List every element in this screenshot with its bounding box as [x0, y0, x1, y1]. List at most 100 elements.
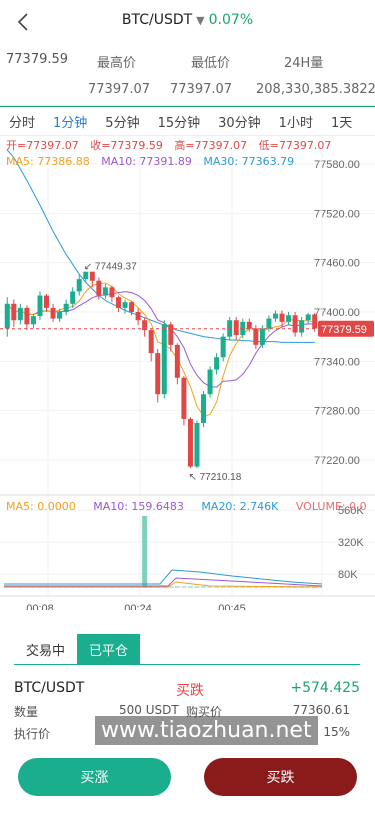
candle-body	[233, 320, 239, 336]
buy-down-button[interactable]: 买跌	[204, 758, 357, 796]
low-value: 77397.07	[170, 82, 233, 97]
order-pair: BTC/USDT	[14, 680, 85, 696]
ohlc-close: 收=77379.59	[90, 139, 163, 152]
y-tick-label: 77460.00	[314, 258, 360, 270]
last-price: 77379.59	[6, 52, 69, 67]
volume-label: 24H量	[284, 56, 324, 71]
candle-body	[102, 287, 108, 296]
kline-chart[interactable]: 77580.00 77520.00 77460.00 77400.00 77340.00…	[0, 150, 375, 610]
candle-body	[115, 297, 121, 308]
candle-body	[305, 314, 311, 321]
qty-label: 数量	[14, 705, 39, 719]
pair-name: BTC/USDT	[121, 12, 193, 28]
low-label: 最低价	[191, 56, 231, 71]
period-tab-4[interactable]: 30分钟	[209, 112, 270, 131]
vol-ma10-line	[4, 577, 323, 587]
watermark: www.tiaozhuan.net	[95, 716, 318, 745]
candle-body	[11, 303, 17, 321]
y-tick-label: 77340.00	[314, 356, 360, 368]
high-label: 最高价	[97, 56, 137, 71]
candle-body	[129, 302, 135, 312]
low-marker: ↖ 77210.18	[188, 472, 241, 483]
volume-bar	[201, 586, 207, 588]
pair-title[interactable]: BTC/USDT ▼ 0.07%	[0, 12, 375, 28]
candle-body	[122, 302, 128, 308]
candle-body	[44, 295, 50, 308]
volume-bar	[174, 586, 180, 588]
qty-value: 500 USDT	[119, 703, 179, 717]
x-tick-label: 00:08	[26, 603, 54, 610]
candle-body	[76, 279, 82, 292]
candle-body	[24, 307, 30, 325]
ohlc-high: 高=77397.07	[174, 139, 248, 152]
ohlc-open: 开=77397.07	[6, 139, 79, 152]
vol-ma5: MA5: 0.0000	[6, 500, 76, 513]
candle-body	[253, 328, 259, 345]
period-tab-1[interactable]: 1分钟	[44, 112, 96, 131]
candle-body	[50, 307, 56, 319]
volume-ma-row: MA5: 0.0000 MA10: 159.6483 MA20: 2.746K …	[6, 500, 367, 513]
candle-body	[207, 369, 213, 395]
candle-body	[4, 303, 10, 329]
y-tick-label: 77280.00	[314, 406, 360, 418]
volume-value: 208,330,385.3822	[256, 82, 375, 97]
candle-body	[135, 312, 141, 321]
caret-down-icon[interactable]: ▼	[196, 14, 204, 27]
tab-trading[interactable]: 交易中	[14, 634, 77, 664]
volume-bar	[181, 586, 187, 588]
vol-tick-label: 80K	[338, 569, 358, 581]
ma10-value: MA10: 77391.89	[101, 155, 192, 168]
candle-body	[30, 316, 36, 325]
order-side: 买跌	[176, 683, 204, 699]
candle-body	[194, 423, 200, 467]
vol-tick-label: 320K	[338, 537, 364, 549]
period-selector: 分时 1分钟 5分钟 15分钟 30分钟 1小时 1天	[0, 106, 375, 136]
candle-body	[109, 287, 115, 298]
candle-body	[220, 336, 226, 358]
candle-body	[279, 313, 285, 322]
buy-up-button[interactable]: 买涨	[18, 758, 171, 796]
candle-body	[214, 357, 220, 370]
period-tab-6[interactable]: 1天	[322, 112, 361, 131]
y-tick-label: 77400.00	[314, 307, 360, 319]
period-tab-2[interactable]: 5分钟	[96, 112, 148, 131]
candle-body	[292, 315, 298, 333]
candle-body	[201, 394, 207, 423]
change-percent: 0.07%	[208, 12, 254, 28]
candle-body	[161, 324, 167, 395]
candle-body	[174, 344, 180, 378]
y-tick-label: 77580.00	[314, 159, 360, 171]
period-tab-3[interactable]: 15分钟	[149, 112, 210, 131]
y-tick-label: 77220.00	[314, 455, 360, 467]
candle-body	[63, 303, 69, 312]
ma30-value: MA30: 77363.79	[203, 155, 295, 168]
candle-body	[37, 295, 43, 317]
last-price-tag: 77379.59	[321, 324, 367, 336]
y-tick-label: 77520.00	[314, 208, 360, 220]
candle-body	[70, 291, 76, 304]
candle-body	[312, 314, 318, 329]
tab-closed[interactable]: 已平仓	[77, 634, 141, 664]
trade-tabs: 交易中 已平仓	[14, 634, 141, 664]
period-tab-0[interactable]: 分时	[0, 112, 44, 131]
high-value: 77397.07	[88, 82, 151, 97]
ohlc-row: 开=77397.07 收=77379.59 高=77397.07 低=77397…	[6, 137, 339, 153]
period-tab-5[interactable]: 1小时	[270, 112, 322, 131]
candle-body	[168, 324, 174, 345]
ma-row: MA5: 77386.88 MA10: 77391.89 MA30: 77363…	[6, 155, 294, 168]
order-profit: +574.425	[290, 680, 360, 696]
vol-ma10: MA10: 159.6483	[93, 500, 184, 513]
market-stats: 77379.59 最高价 最低价 24H量 77397.07 77397.07 …	[0, 44, 375, 106]
top-bar: BTC/USDT ▼ 0.07%	[0, 0, 375, 44]
candle-body	[83, 271, 89, 280]
ma5-value: MA5: 77386.88	[6, 155, 90, 168]
vol-ma20-line	[4, 569, 323, 585]
candle-body	[266, 318, 272, 329]
vol-ma20: MA20: 2.746K	[201, 500, 279, 513]
volume-bar	[142, 516, 148, 588]
candle-body	[155, 353, 161, 395]
candle-body	[181, 377, 187, 419]
volume-bar	[187, 586, 193, 588]
candle-body	[272, 313, 278, 319]
candle-body	[286, 315, 292, 322]
